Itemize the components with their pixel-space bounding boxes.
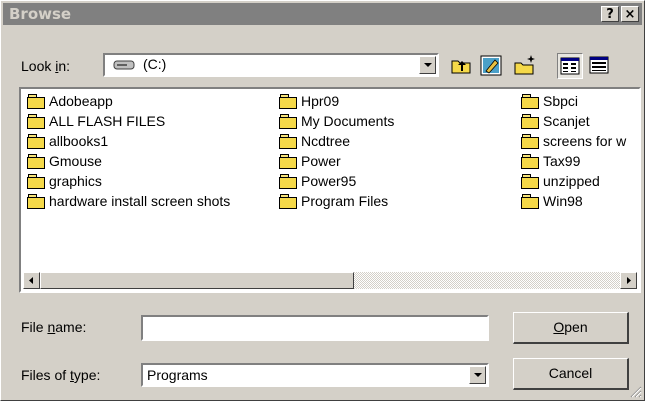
file-name-label: File name: bbox=[21, 319, 87, 335]
chevron-down-icon[interactable] bbox=[419, 56, 436, 74]
file-list-item-label: allbooks1 bbox=[49, 133, 109, 149]
file-list-item[interactable]: Tax99 bbox=[521, 151, 580, 171]
file-list-item-label: screens for w bbox=[543, 133, 627, 149]
title-bar: Browse ? × bbox=[3, 3, 642, 25]
file-name-input[interactable] bbox=[141, 315, 489, 341]
file-list-item[interactable]: allbooks1 bbox=[27, 131, 108, 151]
file-list-item-label: Tax99 bbox=[543, 153, 581, 169]
file-list-item[interactable]: Power bbox=[279, 151, 341, 171]
file-list-item-label: Power95 bbox=[301, 173, 357, 189]
folder-icon bbox=[279, 194, 297, 209]
list-view-icon bbox=[560, 57, 580, 75]
file-list-item[interactable]: Scanjet bbox=[521, 111, 590, 131]
folder-icon bbox=[279, 94, 297, 109]
file-list-item[interactable]: Win98 bbox=[521, 191, 583, 211]
drive-icon bbox=[113, 60, 135, 70]
file-list-item[interactable]: Ncdtree bbox=[279, 131, 350, 151]
folder-icon bbox=[521, 194, 539, 209]
look-in-dropdown[interactable]: (C:) bbox=[103, 53, 439, 77]
up-one-level-button[interactable] bbox=[449, 53, 475, 79]
folder-icon bbox=[521, 154, 539, 169]
folder-icon bbox=[27, 134, 45, 149]
file-list-item[interactable]: Power95 bbox=[279, 171, 356, 191]
up-one-level-icon bbox=[451, 60, 471, 74]
file-list-item-label: graphics bbox=[49, 173, 102, 189]
folder-icon bbox=[27, 94, 45, 109]
file-list-item-label: Program Files bbox=[301, 193, 389, 209]
close-button[interactable]: × bbox=[621, 6, 639, 22]
file-list-item[interactable]: Sbpci bbox=[521, 91, 578, 111]
folder-icon bbox=[521, 134, 539, 149]
file-list-item[interactable]: My Documents bbox=[279, 111, 394, 131]
details-view-button[interactable] bbox=[587, 53, 613, 79]
desktop-icon bbox=[480, 55, 502, 76]
scroll-thumb[interactable] bbox=[40, 272, 354, 289]
desktop-button[interactable] bbox=[479, 53, 505, 79]
cancel-button[interactable]: Cancel bbox=[513, 358, 629, 390]
file-list-item[interactable]: Program Files bbox=[279, 191, 388, 211]
folder-icon bbox=[27, 154, 45, 169]
chevron-down-icon[interactable] bbox=[469, 366, 486, 384]
folder-icon bbox=[279, 134, 297, 149]
window-title: Browse bbox=[9, 5, 72, 23]
file-list[interactable]: Adobeapp ALL FLASH FILES allbooks1 Gmouse gr… bbox=[19, 87, 641, 293]
arrow-right-icon bbox=[627, 277, 631, 284]
folder-icon bbox=[521, 174, 539, 189]
file-list-item-label: Gmouse bbox=[49, 153, 102, 169]
new-folder-button[interactable] bbox=[513, 53, 539, 79]
scroll-right-button[interactable] bbox=[620, 272, 637, 289]
file-list-item-label: hardware install screen shots bbox=[49, 193, 231, 209]
help-button[interactable]: ? bbox=[601, 6, 619, 22]
file-list-item-label: Sbpci bbox=[543, 93, 579, 109]
file-list-item-label: unzipped bbox=[543, 173, 600, 189]
file-list-item-label: ALL FLASH FILES bbox=[49, 113, 166, 129]
file-list-item[interactable]: graphics bbox=[27, 171, 102, 191]
folder-icon bbox=[521, 114, 539, 129]
file-type-dropdown[interactable]: Programs bbox=[141, 363, 489, 387]
look-in-value: (C:) bbox=[143, 56, 167, 72]
file-list-item[interactable]: Adobeapp bbox=[27, 91, 113, 111]
file-list-item-label: Adobeapp bbox=[49, 93, 113, 109]
file-list-item-label: Win98 bbox=[543, 193, 583, 209]
file-list-item-label: Hpr09 bbox=[301, 93, 340, 109]
browse-dialog: Browse ? × Look in: (C:) Adobeapp ALL FL… bbox=[0, 0, 645, 401]
file-list-item[interactable]: Gmouse bbox=[27, 151, 102, 171]
open-button[interactable]: Open bbox=[513, 312, 629, 344]
horizontal-scrollbar[interactable] bbox=[23, 272, 637, 289]
file-list-item-label: Power bbox=[301, 153, 341, 169]
folder-icon bbox=[521, 94, 539, 109]
look-in-label: Look in: bbox=[21, 58, 71, 74]
file-list-item[interactable]: unzipped bbox=[521, 171, 600, 191]
folder-icon bbox=[27, 174, 45, 189]
file-list-item[interactable]: hardware install screen shots bbox=[27, 191, 230, 211]
file-list-item-label: Scanjet bbox=[543, 113, 590, 129]
file-list-item-label: My Documents bbox=[301, 113, 395, 129]
new-folder-icon bbox=[514, 55, 535, 75]
folder-icon bbox=[27, 114, 45, 129]
list-view-button[interactable] bbox=[557, 53, 583, 79]
file-list-item[interactable]: screens for w bbox=[521, 131, 626, 151]
scroll-left-button[interactable] bbox=[23, 272, 40, 289]
folder-icon bbox=[279, 174, 297, 189]
arrow-left-icon bbox=[29, 277, 33, 284]
resize-grip-icon[interactable] bbox=[630, 386, 642, 398]
folder-icon bbox=[27, 194, 45, 209]
file-type-value: Programs bbox=[147, 367, 208, 383]
file-list-item-label: Ncdtree bbox=[301, 133, 351, 149]
file-list-item[interactable]: ALL FLASH FILES bbox=[27, 111, 165, 131]
details-view-icon bbox=[589, 56, 609, 74]
file-type-label: Files of type: bbox=[21, 367, 101, 383]
folder-icon bbox=[279, 114, 297, 129]
file-list-item[interactable]: Hpr09 bbox=[279, 91, 339, 111]
folder-icon bbox=[279, 154, 297, 169]
